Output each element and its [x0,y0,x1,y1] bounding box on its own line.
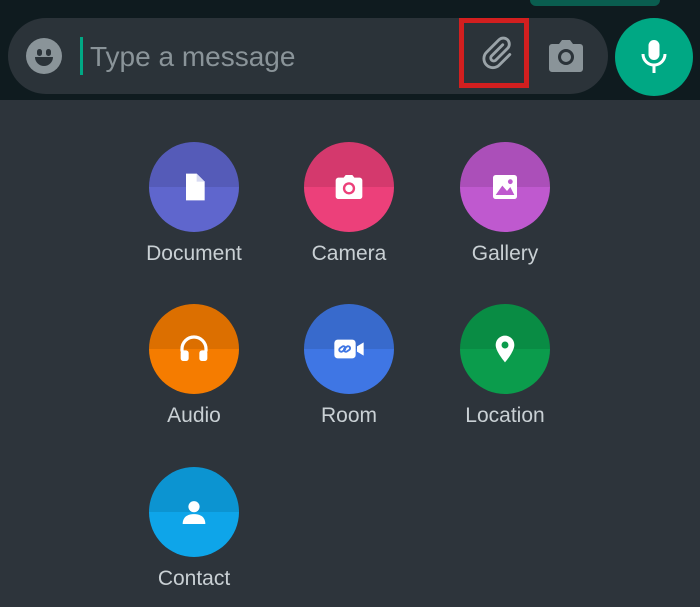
headphones-icon [180,335,208,361]
mic-button[interactable] [615,18,693,96]
attach-label-document: Document [146,242,242,265]
attachment-menu: Document Camera Gallery Audio Room Locat… [0,100,700,607]
attach-option-document[interactable]: Document [119,142,269,282]
camera-option-circle [304,142,394,232]
camera-icon [549,40,583,72]
document-icon [186,173,205,201]
attach-button[interactable] [459,18,529,88]
camera-button[interactable] [546,38,586,74]
mic-icon [641,40,667,73]
message-input[interactable] [88,32,452,82]
location-pin-icon [495,335,515,363]
gallery-option-circle [460,142,550,232]
room-option-circle [304,304,394,394]
paperclip-icon [482,36,512,70]
emoji-icon[interactable] [26,38,62,74]
attach-option-contact[interactable]: Contact [119,467,269,607]
text-cursor [80,37,83,75]
attach-option-room[interactable]: Room [274,304,424,444]
attach-label-gallery: Gallery [471,242,539,265]
attach-label-camera: Camera [311,242,387,265]
attach-label-location: Location [465,404,545,427]
document-option-circle [149,142,239,232]
attach-option-gallery[interactable]: Gallery [430,142,580,282]
attach-option-audio[interactable]: Audio [119,304,269,444]
audio-option-circle [149,304,239,394]
contact-icon [182,501,206,524]
attach-label-contact: Contact [157,567,231,590]
message-bubble-edge [530,0,660,6]
attach-label-audio: Audio [167,404,221,427]
attach-label-room: Room [320,404,378,427]
gallery-icon [493,175,517,199]
attach-option-camera[interactable]: Camera [274,142,424,282]
video-link-icon [334,339,364,359]
contact-option-circle [149,467,239,557]
attach-option-location[interactable]: Location [430,304,580,444]
message-composer [8,18,608,94]
location-option-circle [460,304,550,394]
camera-icon [335,175,363,199]
